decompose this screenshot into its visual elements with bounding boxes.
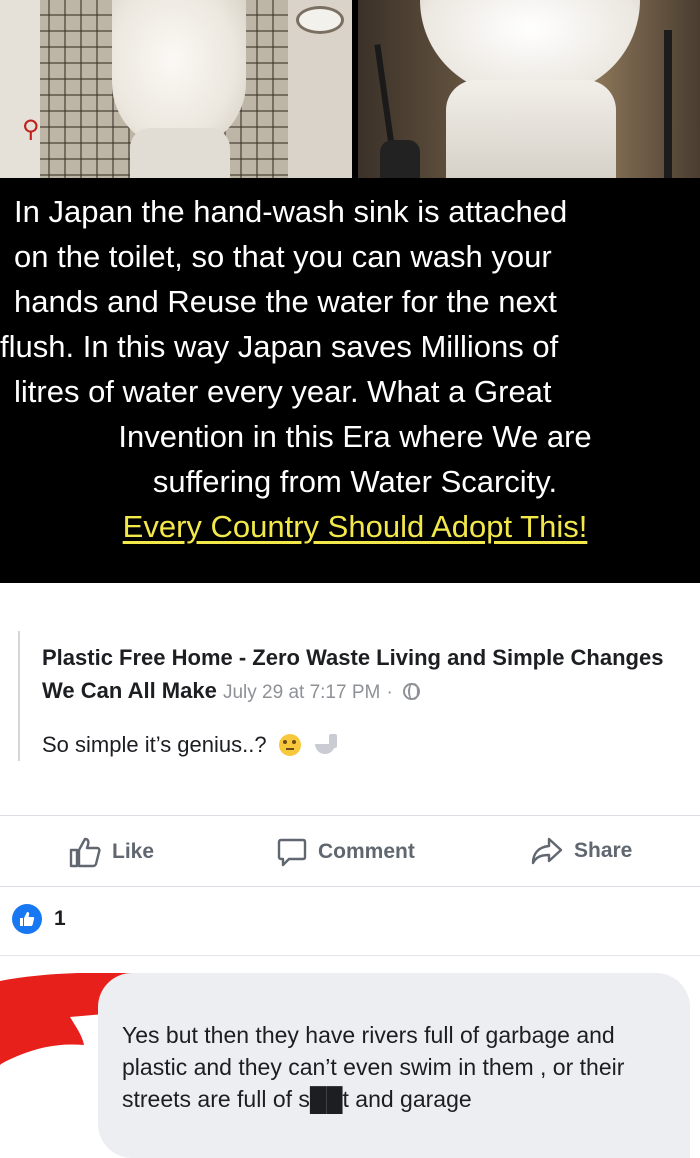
- globe-icon: [402, 683, 420, 700]
- share-button[interactable]: Share: [530, 836, 632, 866]
- meme-image[interactable]: ⚲ In Japan the hand-wash sink is attache…: [0, 0, 700, 583]
- facebook-post: Plastic Free Home - Zero Waste Living an…: [0, 583, 700, 1158]
- post-action-bar: Like Comment Share: [0, 815, 700, 887]
- comment-bubble[interactable]: Yes but then they have rivers full of ga…: [98, 973, 690, 1158]
- meme-line: hands and Reuse the water for the next: [14, 284, 557, 319]
- meme-highlight-line: Every Country Should Adopt This!: [122, 509, 588, 544]
- meta-separator: ·: [386, 682, 393, 703]
- toilet-photo-left: ⚲: [0, 0, 352, 178]
- toilet-emoji-icon: [314, 734, 341, 756]
- like-button[interactable]: Like: [68, 836, 154, 868]
- meme-line: In Japan the hand-wash sink is attached: [14, 194, 568, 229]
- section-divider: [0, 955, 700, 956]
- share-label: Share: [574, 839, 633, 862]
- red-figure-mark: ⚲: [22, 116, 40, 143]
- reaction-count: 1: [54, 907, 66, 930]
- meme-line: Invention in this Era where We are: [118, 419, 592, 454]
- post-text: So simple it’s genius..?: [42, 732, 267, 757]
- meme-line: litres of water every year. What a Great: [14, 374, 552, 409]
- rolling-eyes-emoji-icon: [278, 734, 301, 756]
- post-body: So simple it’s genius..?: [42, 732, 341, 758]
- comment-bubble-icon: [277, 838, 307, 867]
- like-reaction-icon: [12, 904, 42, 934]
- plunger-handle: [664, 30, 672, 178]
- toilet-photo-right: [358, 0, 700, 178]
- share-arrow-icon: [531, 837, 563, 865]
- reaction-summary[interactable]: 1: [12, 904, 66, 934]
- thumbs-up-icon: [69, 837, 101, 868]
- like-label: Like: [112, 840, 155, 863]
- toilet-tank: [446, 80, 616, 178]
- post-timestamp[interactable]: July 29 at 7:17 PM: [223, 682, 380, 703]
- meme-line: on the toilet, so that you can wash your: [14, 239, 552, 274]
- comment-label: Comment: [318, 840, 415, 863]
- meme-caption: In Japan the hand-wash sink is attached …: [0, 190, 700, 570]
- meme-line: suffering from Water Scarcity.: [152, 464, 558, 499]
- post-header: Plastic Free Home - Zero Waste Living an…: [42, 641, 682, 709]
- comment-button[interactable]: Comment: [276, 836, 415, 868]
- toilet-paper-roll: [296, 6, 344, 34]
- comment-text: Yes but then they have rivers full of ga…: [122, 1022, 625, 1112]
- shared-post-card[interactable]: Plastic Free Home - Zero Waste Living an…: [18, 631, 700, 761]
- meme-line: flush. In this way Japan saves Millions …: [0, 329, 559, 364]
